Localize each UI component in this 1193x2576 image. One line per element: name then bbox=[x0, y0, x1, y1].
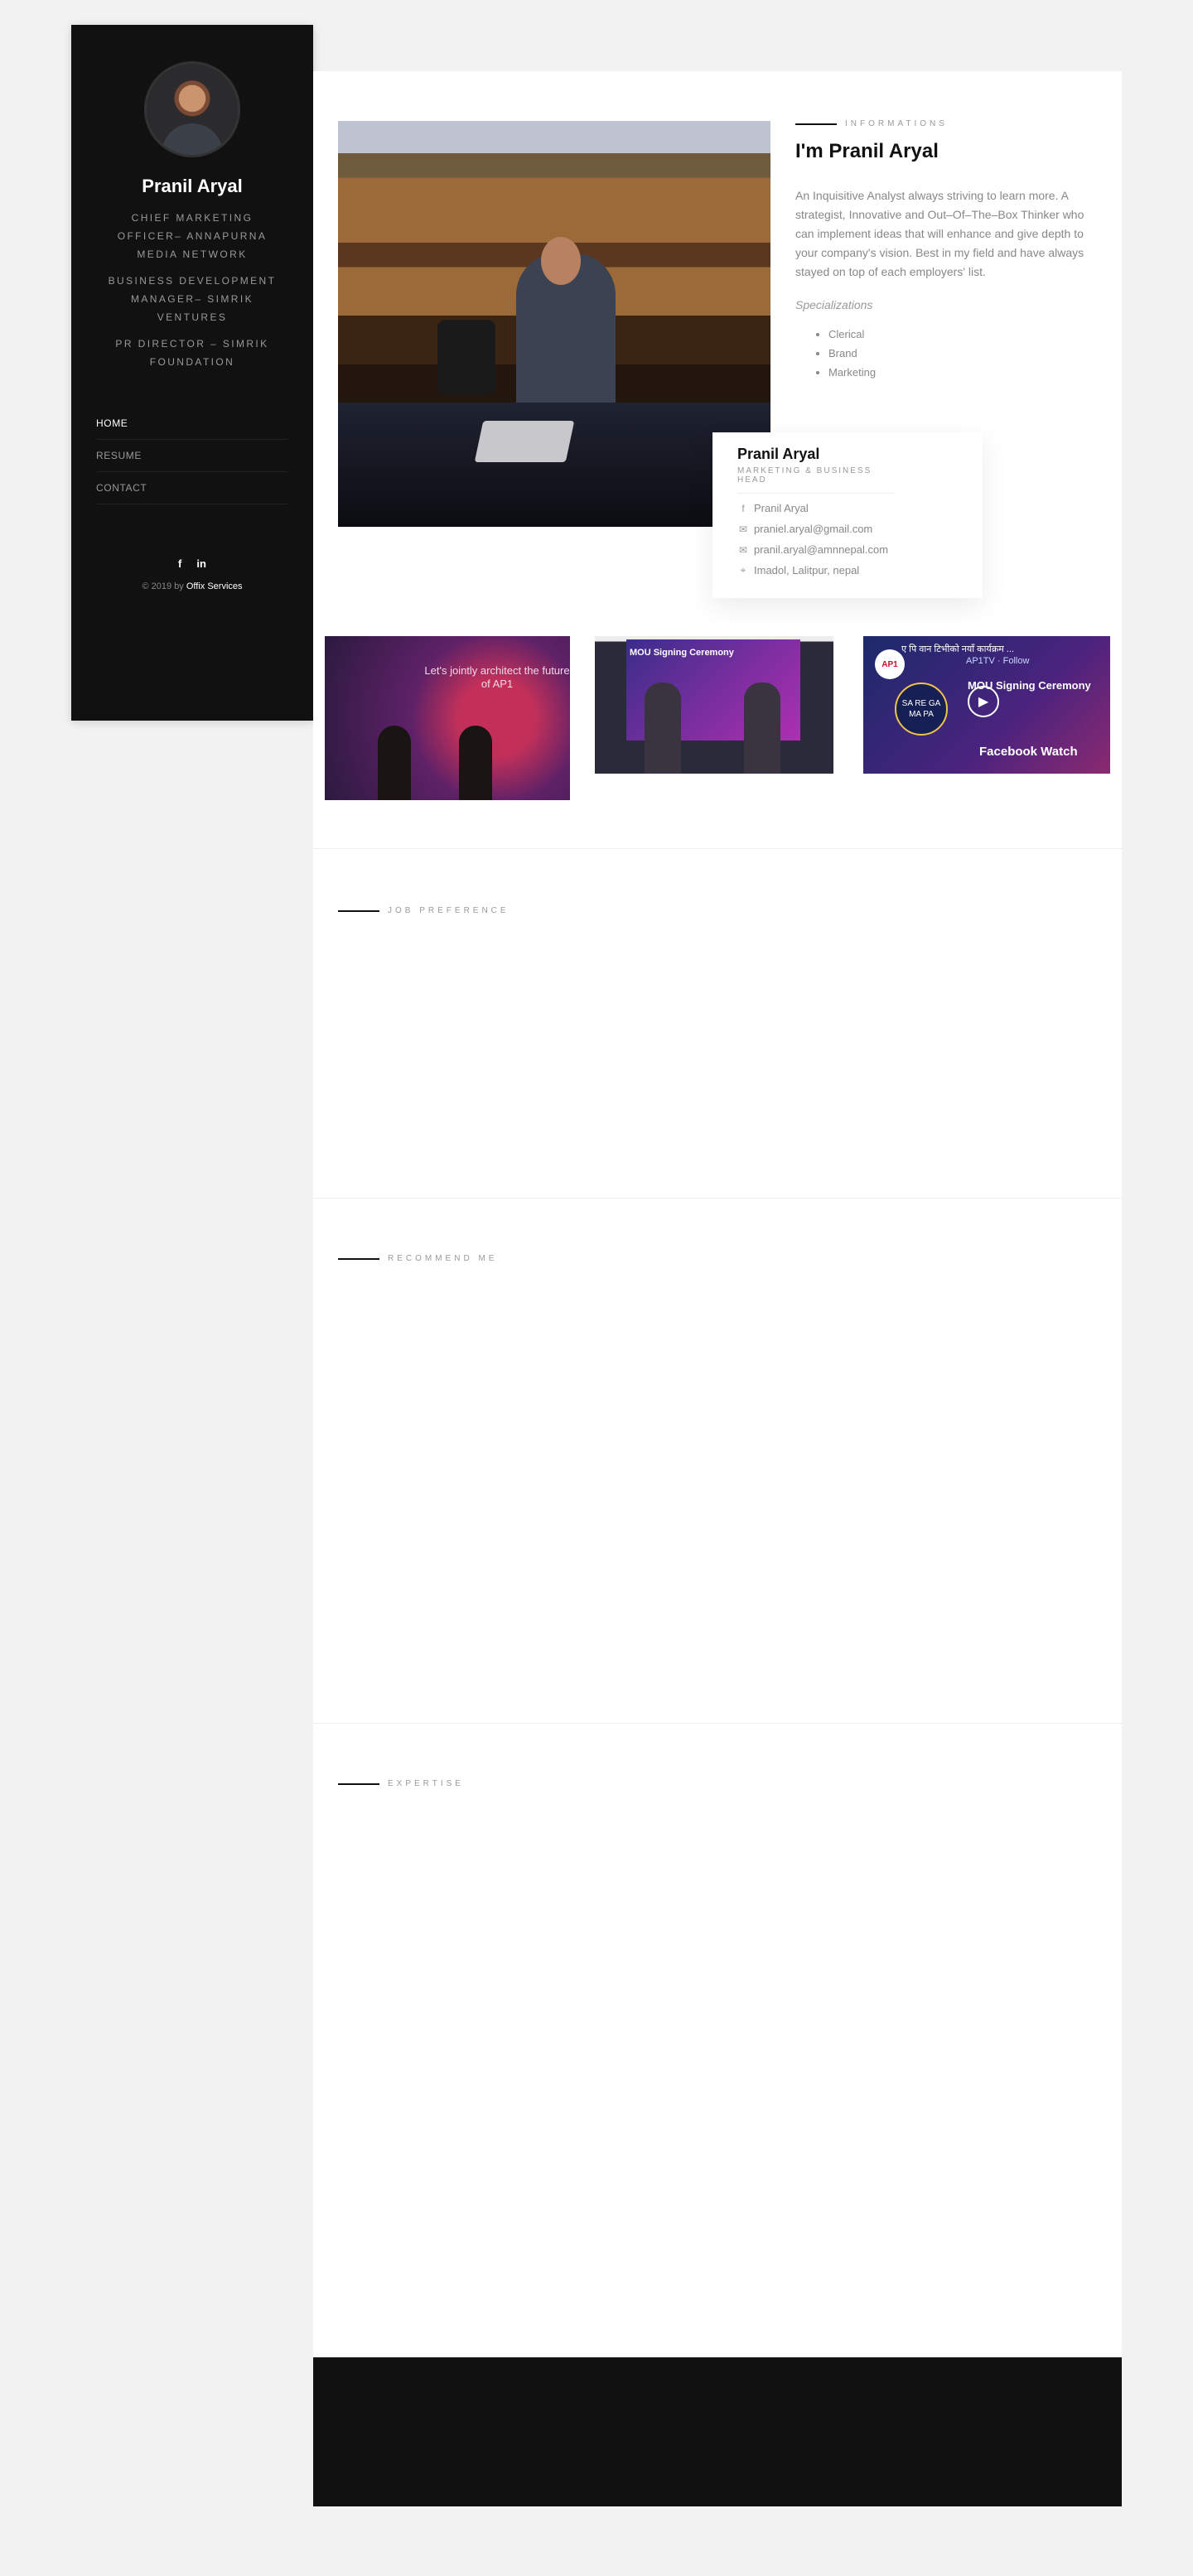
card-facebook[interactable]: f Pranil Aryal bbox=[737, 502, 958, 514]
play-icon[interactable]: ▶ bbox=[968, 686, 999, 717]
thumb-1-caption: Let's jointly architect the future of AP… bbox=[424, 664, 570, 690]
facebook-icon: f bbox=[741, 502, 745, 514]
card-email-2[interactable]: ✉ pranil.aryal@amnnepal.com bbox=[737, 543, 958, 556]
gallery-image-1[interactable]: Let's jointly architect the future of AP… bbox=[325, 636, 570, 800]
card-title: MARKETING & BUSINESS HEAD bbox=[737, 466, 895, 494]
specializations-title: Specializations bbox=[795, 298, 873, 311]
gallery-image-2[interactable]: MOU Signing Ceremony bbox=[595, 636, 833, 774]
gallery: Let's jointly architect the future of AP… bbox=[325, 636, 1110, 802]
divider bbox=[313, 848, 1122, 849]
facebook-icon[interactable]: f bbox=[178, 557, 181, 570]
card-email-1-text: praniel.aryal@gmail.com bbox=[754, 523, 873, 535]
expertise-label: EXPERTISE bbox=[388, 1779, 464, 1788]
card-email-2-text: pranil.aryal@amnnepal.com bbox=[754, 543, 889, 556]
mail-icon: ✉ bbox=[738, 523, 748, 535]
info-heading: I'm Pranil Aryal bbox=[795, 140, 939, 162]
list-item: Marketing bbox=[828, 363, 1085, 382]
facebook-watch-label: Facebook Watch bbox=[979, 745, 1078, 759]
card-location: ⌖ Imadol, Lalitpur, nepal bbox=[737, 564, 958, 576]
thumb-2-caption: MOU Signing Ceremony bbox=[630, 648, 734, 658]
divider bbox=[313, 1723, 1122, 1724]
channel-logo: AP1 bbox=[875, 649, 905, 679]
video-badge: SA RE GA MA PA bbox=[895, 683, 948, 736]
card-email-1[interactable]: ✉ praniel.aryal@gmail.com bbox=[737, 523, 958, 535]
card-name: Pranil Aryal bbox=[737, 446, 820, 462]
divider bbox=[313, 1198, 1122, 1199]
contact-card: Pranil Aryal MARKETING & BUSINESS HEAD f… bbox=[712, 432, 983, 598]
role-3: PR DIRECTOR – SIMRIK FOUNDATION bbox=[115, 338, 269, 368]
role-2: BUSINESS DEVELOPMENT MANAGER– SIMRIK VEN… bbox=[108, 275, 277, 323]
list-item: Clerical bbox=[828, 325, 1085, 344]
video-embed[interactable]: AP1 ए पि वान टिभीको नयाँ कार्यक्रम ... A… bbox=[863, 636, 1110, 774]
job-preference-label: JOB PREFERENCE bbox=[388, 906, 510, 915]
copyright-link[interactable]: Offix Services bbox=[186, 581, 243, 591]
role-1: CHIEF MARKETING OFFICER– ANNAPURNA MEDIA… bbox=[117, 212, 268, 260]
info-section: INFORMATIONS I'm Pranil Aryal An Inquisi… bbox=[795, 119, 1085, 382]
nav-home[interactable]: HOME bbox=[96, 408, 288, 440]
specializations-list: Clerical Brand Marketing bbox=[828, 325, 1085, 382]
video-channel[interactable]: AP1TV · Follow bbox=[966, 656, 1029, 666]
social-links: f in bbox=[71, 557, 313, 570]
list-item: Brand bbox=[828, 344, 1085, 363]
nav-resume[interactable]: RESUME bbox=[96, 440, 288, 472]
video-title: ए पि वान टिभीको नयाँ कार्यक्रम ... bbox=[901, 644, 1015, 654]
card-location-text: Imadol, Lalitpur, nepal bbox=[754, 564, 860, 576]
recommend-me-label: RECOMMEND ME bbox=[388, 1254, 498, 1263]
avatar bbox=[144, 61, 240, 157]
section-label: JOB PREFERENCE bbox=[338, 906, 510, 915]
mail-icon: ✉ bbox=[738, 543, 748, 556]
footer bbox=[313, 2357, 1122, 2506]
card-facebook-text: Pranil Aryal bbox=[754, 502, 809, 514]
section-label: RECOMMEND ME bbox=[338, 1254, 497, 1263]
copyright-prefix: © 2019 by bbox=[142, 581, 184, 591]
sidebar: Pranil Aryal CHIEF MARKETING OFFICER– AN… bbox=[71, 25, 313, 721]
profile-name: Pranil Aryal bbox=[142, 176, 243, 196]
profile-photo bbox=[338, 121, 770, 527]
main-content: INFORMATIONS I'm Pranil Aryal An Inquisi… bbox=[313, 71, 1122, 2506]
info-label: INFORMATIONS bbox=[845, 119, 948, 128]
section-label: INFORMATIONS bbox=[795, 119, 1085, 128]
bio-text: An Inquisitive Analyst always striving t… bbox=[795, 189, 1084, 278]
main-nav: HOME RESUME CONTACT bbox=[96, 408, 288, 504]
nav-contact[interactable]: CONTACT bbox=[96, 472, 288, 504]
section-label: EXPERTISE bbox=[338, 1779, 464, 1788]
copyright: © 2019 by Offix Services bbox=[71, 581, 313, 591]
location-icon: ⌖ bbox=[740, 564, 746, 576]
linkedin-icon[interactable]: in bbox=[196, 557, 206, 570]
